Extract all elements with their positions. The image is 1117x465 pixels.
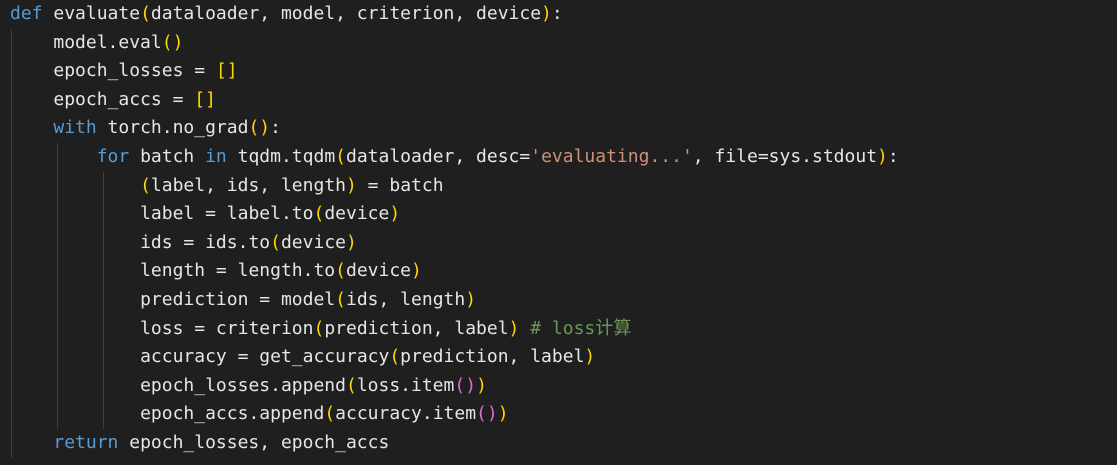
code-token: ( — [140, 3, 151, 24]
code-token: def — [10, 3, 43, 24]
code-token: ) — [465, 374, 477, 396]
code-line[interactable]: def evaluate(dataloader, model, criterio… — [10, 0, 563, 29]
code-line[interactable]: return epoch_losses, epoch_accs — [53, 429, 389, 458]
code-token: device — [324, 203, 390, 225]
code-line[interactable]: epoch_losses = [] — [53, 57, 237, 86]
code-token: , file=sys.stdout — [692, 146, 878, 167]
code-token: ) — [584, 346, 596, 368]
code-token: ) — [259, 117, 271, 139]
code-token: ( — [335, 146, 346, 167]
code-token: return — [53, 432, 119, 453]
code-token: model.eval — [53, 31, 162, 53]
code-token: ) — [877, 146, 888, 167]
code-token: ( — [476, 403, 487, 425]
code-token: ( — [140, 174, 151, 196]
code-token: loss.item — [356, 374, 455, 396]
code-token: ) — [508, 317, 520, 339]
code-line[interactable]: (label, ids, length) = batch — [140, 172, 443, 201]
indent-guide — [11, 28, 12, 458]
code-token: device — [280, 231, 346, 253]
code-token: epoch_accs.append — [140, 403, 325, 425]
code-token: ids = ids.to — [140, 231, 271, 253]
code-token: ( — [345, 374, 357, 396]
code-line[interactable]: prediction = model(ids, length) — [140, 286, 476, 315]
code-token: epoch_losses.append — [140, 374, 346, 396]
code-line[interactable]: ids = ids.to(device) — [140, 229, 357, 258]
code-token: ) — [346, 231, 357, 253]
code-line[interactable]: accuracy = get_accuracy(prediction, labe… — [140, 343, 595, 372]
code-token: ) — [411, 260, 422, 282]
code-token: torch.no_grad — [96, 117, 249, 139]
code-line[interactable]: loss = criterion(prediction, label) # lo… — [140, 315, 631, 344]
code-token: ) — [172, 31, 184, 53]
code-token: dataloader, model, criterion, device — [150, 3, 542, 24]
code-token: ( — [313, 317, 325, 339]
code-line[interactable]: for batch in tqdm.tqdm(dataloader, desc=… — [97, 143, 899, 172]
code-token: = batch — [356, 174, 444, 196]
code-token: epoch_losses, epoch_accs — [118, 432, 390, 453]
code-token: ] — [226, 60, 238, 82]
code-token: batch — [129, 146, 206, 167]
code-token: ( — [161, 31, 173, 53]
code-token: 'evaluating...' — [530, 146, 693, 167]
code-token: ) — [541, 3, 552, 24]
code-token: ) — [497, 403, 509, 425]
code-token: ) — [389, 203, 401, 225]
code-token: for — [96, 146, 130, 167]
code-token: epoch_losses = — [53, 60, 216, 82]
code-token: ) — [346, 174, 357, 196]
code-token: : — [551, 3, 563, 24]
code-token: length = length.to — [140, 260, 336, 282]
code-token: ( — [335, 289, 346, 310]
code-token: evaluate — [53, 3, 141, 24]
code-token: label = label.to — [140, 203, 314, 225]
code-line[interactable]: label = label.to(device) — [140, 200, 400, 229]
code-token: accuracy = get_accuracy — [140, 346, 390, 368]
code-token: ( — [454, 374, 466, 396]
code-line[interactable]: epoch_accs.append(accuracy.item()) — [140, 400, 509, 429]
code-line[interactable]: model.eval() — [53, 29, 183, 58]
code-editor[interactable]: def evaluate(dataloader, model, criterio… — [0, 0, 1117, 465]
code-token: ( — [248, 117, 260, 139]
code-token: prediction, label — [400, 346, 585, 368]
code-line[interactable]: with torch.no_grad(): — [53, 114, 281, 143]
code-token: ] — [205, 88, 216, 110]
code-token: ( — [335, 260, 346, 282]
code-token: [ — [194, 88, 206, 110]
code-token: dataloader, desc= — [346, 146, 531, 167]
code-token: loss = criterion — [140, 317, 314, 339]
code-token: ) — [486, 403, 498, 425]
code-token: label, ids, length — [150, 174, 346, 196]
code-token: accuracy.item — [335, 403, 477, 425]
code-token: ) — [465, 289, 477, 310]
code-line[interactable]: length = length.to(device) — [140, 257, 422, 286]
indent-guide — [103, 171, 104, 429]
code-token: device — [346, 260, 412, 282]
code-token: : — [270, 117, 281, 139]
code-token: prediction = model — [140, 289, 336, 310]
code-token: ( — [313, 203, 325, 225]
code-token: tqdm.tqdm — [226, 146, 336, 167]
code-token: prediction, label — [324, 317, 509, 339]
code-token: epoch_accs = — [53, 88, 195, 110]
code-token: ( — [324, 403, 336, 425]
code-line[interactable]: epoch_accs = [] — [53, 86, 216, 115]
code-token: in — [205, 146, 227, 167]
code-token: ( — [389, 346, 401, 368]
code-line[interactable]: epoch_losses.append(loss.item()) — [140, 372, 487, 401]
code-token: ) — [476, 374, 487, 396]
code-token: # loss计算 — [530, 317, 632, 339]
indent-guide — [57, 143, 58, 429]
code-token: ( — [270, 231, 281, 253]
code-token: ids, length — [346, 289, 466, 310]
code-token: [ — [215, 60, 227, 82]
code-token: : — [887, 146, 899, 167]
code-token: with — [53, 117, 97, 139]
